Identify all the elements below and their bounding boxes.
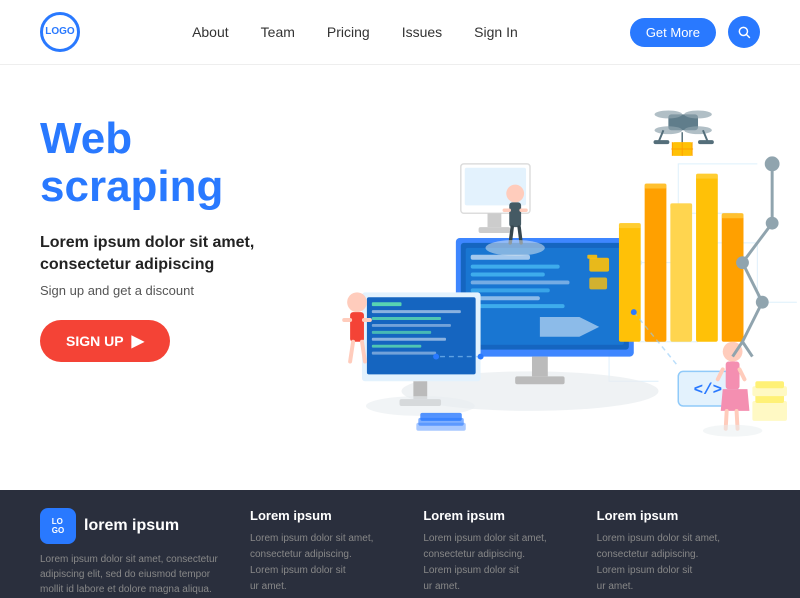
- nav-about[interactable]: About: [192, 24, 229, 40]
- footer-col-1-title: Lorem ipsum: [250, 508, 403, 523]
- search-icon: [737, 25, 751, 39]
- search-button[interactable]: [728, 16, 760, 48]
- hero-illustration: </>: [260, 65, 800, 490]
- main-nav: About Team Pricing Issues Sign In: [192, 24, 518, 40]
- footer-col-1-text: Lorem ipsum dolor sit amet,consectetur a…: [250, 531, 403, 595]
- footer-brand-name: lorem ipsum: [84, 517, 179, 535]
- nav-issues[interactable]: Issues: [402, 24, 442, 40]
- header-actions: Get More: [630, 16, 760, 48]
- logo: LOGO: [40, 12, 80, 52]
- hero-content: Web scraping Lorem ipsum dolor sit amet,…: [0, 65, 260, 490]
- footer: LOGO lorem ipsum Lorem ipsum dolor sit a…: [0, 490, 800, 598]
- nav-signin[interactable]: Sign In: [474, 24, 518, 40]
- hero-desc: Sign up and get a discount: [40, 283, 260, 298]
- footer-col-2: Lorem ipsum Lorem ipsum dolor sit amet,c…: [413, 508, 586, 595]
- hero-title: Web scraping: [40, 115, 260, 212]
- footer-logo-row: LOGO lorem ipsum: [40, 508, 240, 544]
- nav-pricing[interactable]: Pricing: [327, 24, 370, 40]
- footer-col-3: Lorem ipsum Lorem ipsum dolor sit amet,c…: [587, 508, 760, 595]
- logo-icon: LOGO: [40, 12, 80, 52]
- signup-button[interactable]: SIGN UP ▶: [40, 320, 170, 362]
- nav-team[interactable]: Team: [261, 24, 295, 40]
- hero-subtitle: Lorem ipsum dolor sit amet,consectetur a…: [40, 232, 260, 277]
- footer-col-3-title: Lorem ipsum: [597, 508, 750, 523]
- footer-col-1: Lorem ipsum Lorem ipsum dolor sit amet,c…: [240, 508, 413, 595]
- footer-brand: LOGO lorem ipsum Lorem ipsum dolor sit a…: [40, 508, 240, 597]
- footer-logo-icon: LOGO: [40, 508, 76, 544]
- svg-text:</>: </>: [694, 381, 722, 399]
- get-more-button[interactable]: Get More: [630, 18, 716, 47]
- footer-col-3-text: Lorem ipsum dolor sit amet,consectetur a…: [597, 531, 750, 595]
- footer-col-2-text: Lorem ipsum dolor sit amet,consectetur a…: [423, 531, 576, 595]
- main-section: Web scraping Lorem ipsum dolor sit amet,…: [0, 65, 800, 490]
- arrow-icon: ▶: [132, 331, 144, 351]
- footer-col-2-title: Lorem ipsum: [423, 508, 576, 523]
- footer-columns: Lorem ipsum Lorem ipsum dolor sit amet,c…: [240, 508, 760, 595]
- header: LOGO About Team Pricing Issues Sign In G…: [0, 0, 800, 65]
- footer-brand-desc: Lorem ipsum dolor sit amet, consectetur …: [40, 552, 240, 597]
